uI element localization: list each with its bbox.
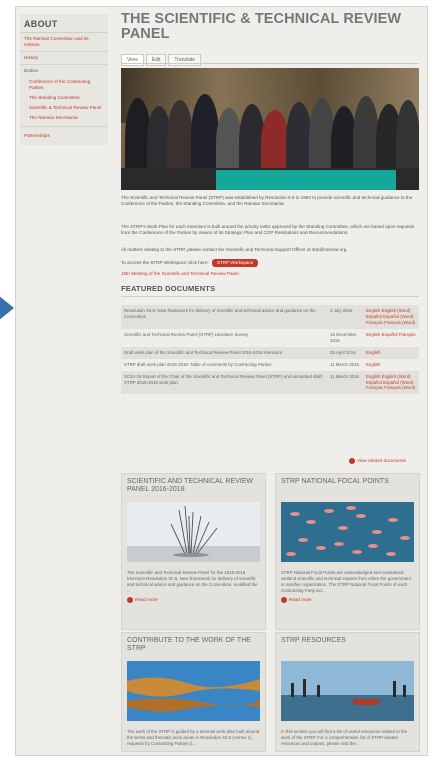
workspace-line: To access the STRP Workspace click here:… — [121, 259, 419, 268]
arrow-circle-icon — [127, 596, 133, 603]
work-plan-text: The STRP's Work Plan for each triennium … — [121, 224, 415, 236]
tab-view[interactable]: View — [121, 54, 144, 66]
document-languages: English Español Français — [363, 328, 419, 347]
document-title[interactable]: Resolution XII.5: New framework for deli… — [121, 305, 327, 329]
sidebar-item-bodies[interactable]: Bodies — [20, 65, 108, 77]
language-link[interactable]: English (Word) — [382, 374, 411, 379]
tab-translate[interactable]: Translate — [168, 54, 202, 66]
language-link[interactable]: English — [366, 350, 380, 355]
card-text: The Scientific and Technical Review Pane… — [127, 570, 258, 593]
featured-documents-table: Resolution XII.5: New framework for deli… — [121, 305, 419, 395]
document-date: 11 March 2016 — [327, 370, 363, 395]
document-languages: English English (Word) Español Español (… — [363, 370, 419, 395]
meeting-link[interactable]: 19th Meeting of the Scientific and Techn… — [121, 271, 419, 277]
card-title[interactable]: SCIENTIFIC AND TECHNICAL REVIEW PANEL 20… — [122, 474, 265, 502]
document-date: 25 April 2016 — [327, 346, 363, 359]
language-link[interactable]: Español — [382, 332, 398, 337]
language-link[interactable]: Español (Word) — [383, 380, 413, 385]
language-link[interactable]: Français (Word) — [384, 320, 415, 325]
language-link[interactable]: English (Word) — [382, 308, 411, 313]
strp-workspace-button[interactable]: STRP Workspace — [211, 259, 259, 268]
main-content: THE SCIENTIFIC & TECHNICAL REVIEW PANEL … — [121, 11, 419, 464]
document-date: 15 December 2015 — [327, 328, 363, 347]
document-title[interactable]: Scientific and Technical Review Panel (S… — [121, 328, 327, 347]
card-title[interactable]: CONTRIBUTE TO THE WORK OF THE STRP — [122, 633, 265, 661]
language-link[interactable]: Français — [366, 385, 383, 390]
language-link[interactable]: Français — [399, 332, 416, 337]
sidebar-item-partnerships[interactable]: Partnerships — [20, 127, 108, 145]
language-link[interactable]: English — [366, 362, 380, 367]
sidebar-title: ABOUT — [20, 14, 108, 33]
language-link[interactable]: English — [366, 308, 380, 313]
reeds-image — [127, 502, 260, 562]
water-image — [127, 661, 260, 721]
sidebar-item-mission[interactable]: The Ramsar Convention and its mission — [20, 33, 108, 52]
document-languages: English English (Word) Español Español (… — [363, 305, 419, 329]
table-row: SC52-18 Report of the Chair of the Scien… — [121, 370, 419, 395]
card-text: The work of the STRP is guided by a trie… — [127, 729, 260, 746]
boat-image — [281, 661, 414, 721]
view-related-link[interactable]: View related documents — [349, 458, 406, 464]
tab-edit[interactable]: Edit — [145, 54, 167, 66]
arrow-right-icon — [0, 295, 14, 321]
language-link[interactable]: English — [366, 374, 380, 379]
featured-documents-heading: FEATURED DOCUMENTS — [121, 284, 216, 293]
sidebar-item-history[interactable]: History — [20, 52, 108, 65]
card-contribute[interactable]: CONTRIBUTE TO THE WORK OF THE STRP The w… — [121, 632, 266, 752]
contact-text: All matters relating to the STRP, please… — [121, 247, 348, 252]
sidebar-subitem-secretariat[interactable]: The Ramsar Secretariat — [20, 113, 108, 127]
language-link[interactable]: Français (Word) — [384, 385, 415, 390]
sidebar-subitem-strp[interactable]: Scientific & Technical Review Panel — [20, 103, 108, 113]
table-row: STRP draft work plan 2016-2018: Table of… — [121, 358, 419, 371]
language-link[interactable]: Español — [366, 380, 382, 385]
card-title[interactable]: STRP NATIONAL FOCAL POINTS — [276, 474, 419, 502]
document-date: 3 July 2015 — [327, 305, 363, 329]
card-title[interactable]: STRP RESOURCES — [276, 633, 419, 661]
table-row: Draft work plan of the Scientific and Te… — [121, 346, 419, 359]
read-more-link[interactable]: Read more — [122, 596, 265, 607]
read-more-link[interactable]: Read more — [276, 596, 419, 607]
language-link[interactable]: English — [366, 332, 380, 337]
document-title[interactable]: STRP draft work plan 2016-2018: Table of… — [121, 358, 327, 371]
language-link[interactable]: Español — [366, 314, 382, 319]
document-title[interactable]: Draft work plan of the Scientific and Te… — [121, 346, 327, 359]
document-date: 11 March 2016 — [327, 358, 363, 371]
card-text: In this section you will find a list of … — [281, 729, 408, 746]
card-strp-2016-2018[interactable]: SCIENTIFIC AND TECHNICAL REVIEW PANEL 20… — [121, 473, 266, 630]
workspace-prefix: To access the STRP Workspace click here: — [121, 260, 209, 265]
language-link[interactable]: Français — [366, 320, 383, 325]
table-row: Scientific and Technical Review Panel (S… — [121, 328, 419, 347]
tab-bar: View Edit Translate — [121, 54, 202, 66]
sidebar: ABOUT The Ramsar Convention and its miss… — [20, 14, 108, 145]
card-text: STRP National Focal Points are acknowled… — [281, 570, 411, 593]
page-title: THE SCIENTIFIC & TECHNICAL REVIEW PANEL — [121, 11, 402, 43]
flamingos-image — [281, 502, 414, 562]
card-resources[interactable]: STRP RESOURCES In this section you will … — [275, 632, 420, 752]
group-photo — [121, 68, 419, 190]
arrow-circle-icon — [281, 596, 287, 603]
document-title[interactable]: SC52-18 Report of the Chair of the Scien… — [121, 370, 327, 395]
intro-text: The Scientific and Technical Review Pane… — [121, 195, 413, 207]
document-languages: English — [363, 358, 419, 371]
table-row: Resolution XII.5: New framework for deli… — [121, 305, 419, 329]
document-languages: English — [363, 346, 419, 359]
language-link[interactable]: Español (Word) — [383, 314, 413, 319]
card-national-focal-points[interactable]: STRP NATIONAL FOCAL POINTS STRP National… — [275, 473, 420, 630]
arrow-circle-icon — [349, 458, 355, 464]
sidebar-subitem-cop[interactable]: Conference of the Contracting Parties — [20, 77, 108, 93]
sidebar-subitem-standing-committee[interactable]: The Standing Committee — [20, 93, 108, 103]
